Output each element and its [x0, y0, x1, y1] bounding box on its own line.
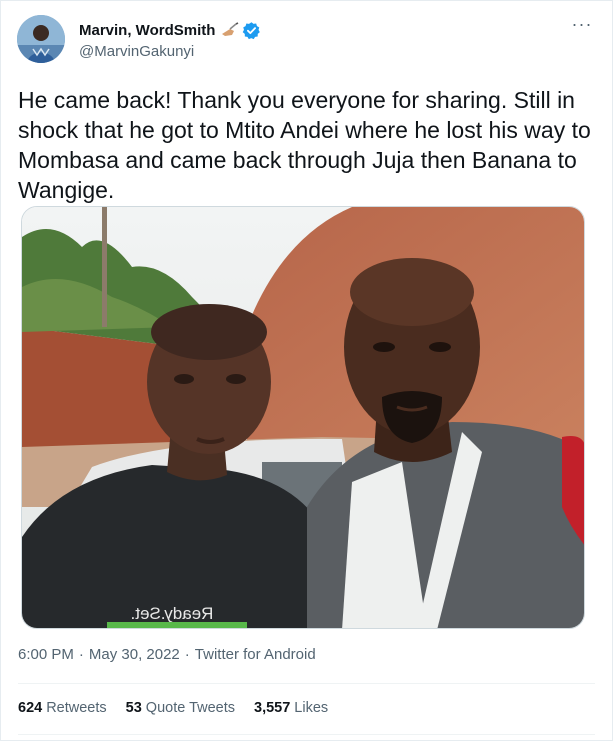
tweet-time[interactable]: 6:00 PM: [18, 646, 74, 663]
stat-quote-tweets[interactable]: 53 Quote Tweets: [126, 700, 235, 716]
writing-hand-icon: [221, 22, 239, 38]
tweet-card: Marvin, WordSmith @MarvinGakunyi ··· He …: [0, 0, 613, 741]
tweet-photo[interactable]: Ready.Set.: [21, 206, 585, 629]
tweet-source[interactable]: Twitter for Android: [195, 646, 316, 663]
author-names: Marvin, WordSmith @MarvinGakunyi: [79, 20, 261, 60]
divider: [18, 734, 595, 735]
stat-likes[interactable]: 3,557 Likes: [254, 700, 328, 716]
meta-separator: ·: [184, 646, 190, 663]
more-dots-icon[interactable]: ···: [570, 15, 594, 37]
tweet-text: He came back! Thank you everyone for sha…: [18, 87, 591, 203]
shirt-print-text: Ready.Set.: [131, 604, 214, 623]
tweet-date[interactable]: May 30, 2022: [89, 646, 180, 663]
stat-retweets[interactable]: 624 Retweets: [18, 700, 107, 716]
engagement-stats: 624 Retweets 53 Quote Tweets 3,557 Likes: [18, 700, 347, 716]
meta-separator: ·: [78, 646, 84, 663]
verified-badge-icon: [242, 21, 261, 40]
author-handle[interactable]: @MarvinGakunyi: [79, 43, 261, 60]
tweet-meta: 6:00 PM · May 30, 2022 · Twitter for And…: [18, 646, 316, 663]
display-name[interactable]: Marvin, WordSmith: [79, 22, 215, 39]
tweet-header: Marvin, WordSmith @MarvinGakunyi ···: [17, 15, 596, 67]
divider: [18, 683, 595, 684]
avatar[interactable]: [17, 15, 65, 63]
